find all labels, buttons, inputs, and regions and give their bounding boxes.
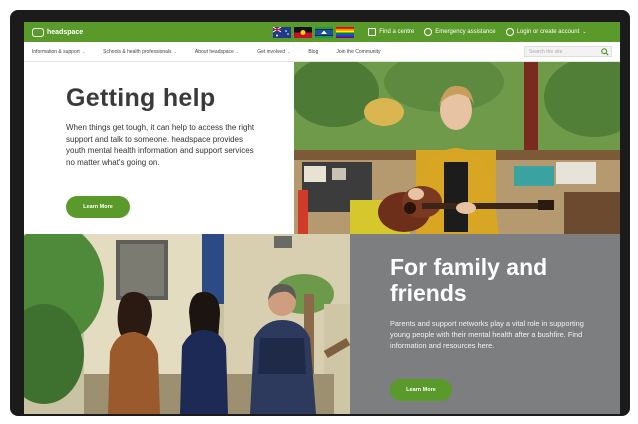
torres-strait-islander-flag-icon xyxy=(315,26,334,38)
nav-item-get-involved[interactable]: Get involved ⌄ xyxy=(257,49,290,55)
emergency-link[interactable]: Emergency assistance xyxy=(424,28,496,36)
australian-flag-icon xyxy=(273,26,292,38)
nav-label: Join the Community xyxy=(336,48,381,55)
house-icon xyxy=(368,28,377,36)
user-icon xyxy=(505,28,514,36)
emergency-icon xyxy=(424,28,433,36)
nav-item-community[interactable]: Join the Community xyxy=(336,49,380,55)
main-nav: Information & support ⌄ Schools & health … xyxy=(24,42,620,62)
top-bar: headspace Find a centre Emergency assist… xyxy=(24,22,620,42)
chevron-down-icon: ⌄ xyxy=(286,48,291,54)
flags-group xyxy=(273,26,355,38)
emergency-label: Emergency assistance xyxy=(435,29,496,35)
logo-icon xyxy=(32,27,44,37)
login-link[interactable]: Login or create account ⌄ xyxy=(505,28,587,36)
family-title: For family and friends xyxy=(390,254,548,306)
hero-description: When things get tough, it can help to ac… xyxy=(66,123,255,167)
chevron-down-icon: ⌄ xyxy=(81,48,86,54)
nav-label: Get involved xyxy=(257,48,285,55)
headspace-logo[interactable]: headspace xyxy=(32,27,84,37)
family-learn-more-button[interactable]: Learn More xyxy=(390,379,452,401)
rainbow-pride-flag-icon xyxy=(336,26,355,38)
getting-help-panel: Getting help When things get tough, it c… xyxy=(24,62,294,234)
family-photo xyxy=(24,234,350,414)
search-input[interactable]: Search the site xyxy=(524,46,612,57)
aboriginal-flag-icon xyxy=(294,26,313,38)
chevron-down-icon: ⌄ xyxy=(235,48,240,54)
family-friends-panel: For family and friends Parents and suppo… xyxy=(350,234,620,414)
nav-label: Blog xyxy=(308,48,319,55)
search-icon[interactable] xyxy=(601,47,609,56)
browser-viewport: headspace Find a centre Emergency assist… xyxy=(24,22,620,414)
search-placeholder: Search the site xyxy=(529,48,563,55)
hero-photo xyxy=(294,62,620,234)
login-label: Login or create account xyxy=(516,29,580,35)
family-description: Parents and support networks play a vita… xyxy=(390,319,584,350)
chevron-down-icon: ⌄ xyxy=(582,29,587,35)
nav-label: Information & support xyxy=(32,48,80,55)
find-centre-label: Find a centre xyxy=(379,29,415,35)
learn-more-button[interactable]: Learn More xyxy=(66,196,130,218)
page-title: Getting help xyxy=(66,84,216,112)
nav-item-blog[interactable]: Blog xyxy=(308,49,318,55)
chevron-down-icon: ⌄ xyxy=(173,48,177,54)
nav-item-information-support[interactable]: Information & support ⌄ xyxy=(32,49,85,55)
nav-item-about[interactable]: About headspace ⌄ xyxy=(195,49,239,55)
nav-item-schools[interactable]: Schools & health professionals ⌄ xyxy=(103,49,177,55)
find-centre-link[interactable]: Find a centre xyxy=(368,28,414,36)
logo-text: headspace xyxy=(47,28,84,36)
nav-label: About headspace xyxy=(194,48,234,55)
nav-label: Schools & health professionals xyxy=(103,48,172,55)
